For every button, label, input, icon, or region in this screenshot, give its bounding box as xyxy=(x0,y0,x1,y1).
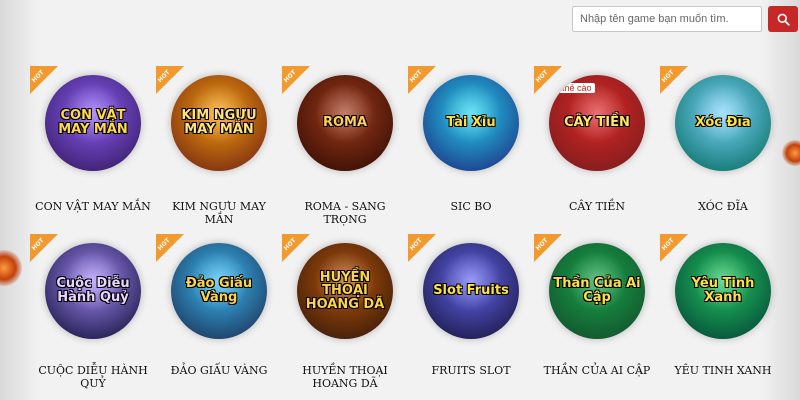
search-bar xyxy=(572,6,798,32)
search-button[interactable] xyxy=(768,6,798,32)
game-label[interactable]: FRUITS SLOT xyxy=(410,364,532,377)
game-thumbnail[interactable]: HOT CON VẬT MAY MẮN xyxy=(30,66,146,176)
game-label[interactable]: CÂY TIỀN xyxy=(536,200,658,213)
game-label[interactable]: ĐẢO GIẤU VÀNG xyxy=(158,364,280,377)
game-card-sic-bo[interactable]: HOT Tài Xỉu SIC BO xyxy=(408,64,534,232)
game-art: Xóc Đĩa xyxy=(675,75,771,171)
game-badge: thẻ cào xyxy=(559,83,595,93)
game-card-roma[interactable]: HOT ROMA ROMA - SANG TRỌNG xyxy=(282,64,408,232)
search-icon xyxy=(777,13,790,26)
game-thumbnail[interactable]: HOT Cuộc Diễu Hành Quỷ xyxy=(30,234,146,344)
game-card-xoc-dia[interactable]: HOT Xóc Đĩa XÓC ĐĨA xyxy=(660,64,786,232)
game-art: thẻ cào CÂY TIỀN xyxy=(549,75,645,171)
game-art: Thần Của Ai Cập xyxy=(549,243,645,339)
game-art-title: Xóc Đĩa xyxy=(695,115,751,131)
game-thumbnail[interactable]: HOT thẻ cào CÂY TIỀN xyxy=(534,66,650,176)
game-label[interactable]: KIM NGƯU MAY MẮN xyxy=(158,200,280,226)
game-art-title: Yêu Tinh Xanh xyxy=(691,276,755,305)
art-glow xyxy=(315,83,375,143)
game-label[interactable]: HUYỀN THOẠI HOANG DÃ xyxy=(284,364,406,390)
game-art: CON VẬT MAY MẮN xyxy=(45,75,141,171)
game-card-cuoc-dieu-hanh-quy[interactable]: HOT Cuộc Diễu Hành Quỷ CUỘC DIỄU HÀNH QUỶ xyxy=(30,232,156,400)
game-label[interactable]: SIC BO xyxy=(410,200,532,213)
game-label[interactable]: ROMA - SANG TRỌNG xyxy=(284,200,406,226)
game-thumbnail[interactable]: HOT ROMA xyxy=(282,66,398,176)
game-art-title: Đảo Giấu Vàng xyxy=(185,276,253,305)
game-thumbnail[interactable]: HOT HUYỀN THOẠI HOANG DÃ xyxy=(282,234,398,344)
game-art-title: Slot Fruits xyxy=(433,283,509,299)
game-label[interactable]: THẦN CỦA AI CẬP xyxy=(536,364,658,377)
search-input[interactable] xyxy=(572,6,762,32)
game-thumbnail[interactable]: HOT KIM NGƯU MAY MẮN xyxy=(156,66,272,176)
game-thumbnail[interactable]: HOT Slot Fruits xyxy=(408,234,524,344)
game-card-yeu-tinh-xanh[interactable]: HOT Yêu Tinh Xanh YÊU TINH XANH xyxy=(660,232,786,400)
game-art: HUYỀN THOẠI HOANG DÃ xyxy=(297,243,393,339)
game-art-title: Tài Xỉu xyxy=(446,115,496,131)
game-card-than-cua-ai-cap[interactable]: HOT Thần Của Ai Cập THẦN CỦA AI CẬP xyxy=(534,232,660,400)
game-art-title: CON VẬT MAY MẮN xyxy=(58,108,128,137)
game-card-huyen-thoai-hoang-da[interactable]: HOT HUYỀN THOẠI HOANG DÃ HUYỀN THOẠI HOANG… xyxy=(282,232,408,400)
game-card-con-vat-may-man[interactable]: HOT CON VẬT MAY MẮN CON VẬT MAY MẮN xyxy=(30,64,156,232)
game-label[interactable]: CON VẬT MAY MẮN xyxy=(32,200,154,213)
game-art: Cuộc Diễu Hành Quỷ xyxy=(45,243,141,339)
game-art-title: CÂY TIỀN xyxy=(564,115,630,131)
game-art-title: KIM NGƯU MAY MẮN xyxy=(181,108,257,137)
art-glow xyxy=(441,83,501,143)
game-thumbnail[interactable]: HOT Tài Xỉu xyxy=(408,66,524,176)
game-art-title: ROMA xyxy=(322,115,368,131)
art-glow xyxy=(441,251,501,311)
game-art-title: HUYỀN THOẠI HOANG DÃ xyxy=(305,269,385,312)
game-art: Slot Fruits xyxy=(423,243,519,339)
art-glow xyxy=(693,83,753,143)
game-thumbnail[interactable]: HOT Thần Của Ai Cập xyxy=(534,234,650,344)
game-thumbnail[interactable]: HOT Yêu Tinh Xanh xyxy=(660,234,776,344)
game-thumbnail[interactable]: HOT Đảo Giấu Vàng xyxy=(156,234,272,344)
game-grid: HOT CON VẬT MAY MẮN CON VẬT MAY MẮN HOT KIM … xyxy=(30,64,790,400)
game-label[interactable]: CUỘC DIỄU HÀNH QUỶ xyxy=(32,364,154,390)
game-card-cay-tien[interactable]: HOT thẻ cào CÂY TIỀN CÂY TIỀN xyxy=(534,64,660,232)
game-card-kim-nguu-may-man[interactable]: HOT KIM NGƯU MAY MẮN KIM NGƯU MAY MẮN xyxy=(156,64,282,232)
game-art: ROMA xyxy=(297,75,393,171)
game-thumbnail[interactable]: HOT Xóc Đĩa xyxy=(660,66,776,176)
game-art: Tài Xỉu xyxy=(423,75,519,171)
game-card-dao-giau-vang[interactable]: HOT Đảo Giấu Vàng ĐẢO GIẤU VÀNG xyxy=(156,232,282,400)
game-art: KIM NGƯU MAY MẮN xyxy=(171,75,267,171)
game-card-fruits-slot[interactable]: HOT Slot Fruits FRUITS SLOT xyxy=(408,232,534,400)
game-art-title: Cuộc Diễu Hành Quỷ xyxy=(56,276,130,305)
game-label[interactable]: YÊU TINH XANH xyxy=(662,364,784,377)
game-art: Yêu Tinh Xanh xyxy=(675,243,771,339)
game-art-title: Thần Của Ai Cập xyxy=(553,276,641,305)
game-art: Đảo Giấu Vàng xyxy=(171,243,267,339)
game-label[interactable]: XÓC ĐĨA xyxy=(662,200,784,213)
